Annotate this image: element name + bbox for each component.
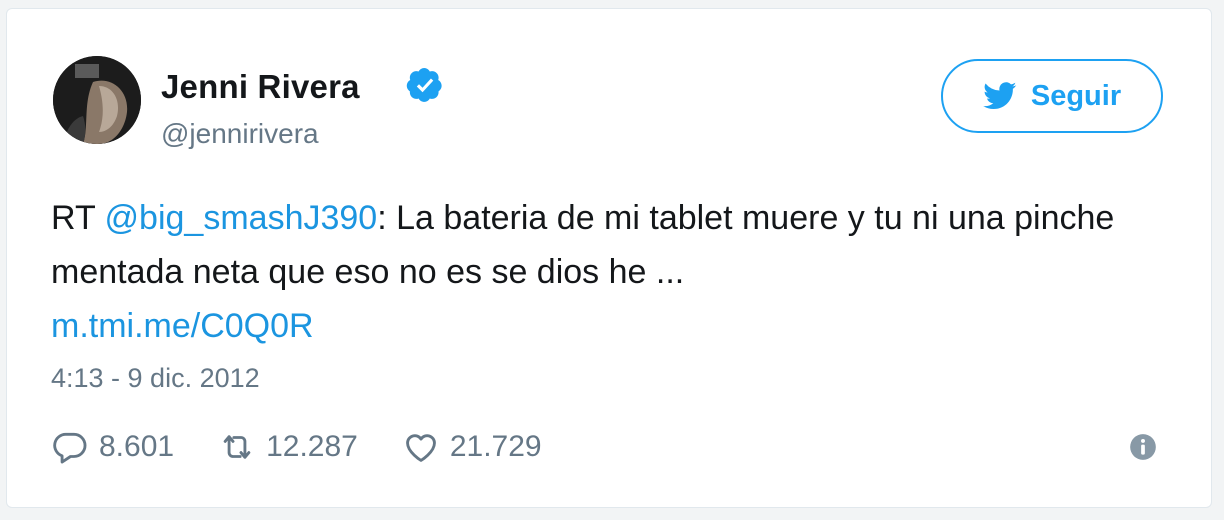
reply-button[interactable]: 8.601 [51,428,174,466]
retweet-icon [223,435,251,459]
reply-icon [53,432,87,464]
tweet-text: RT @big_smashJ390: La bateria de mi tabl… [51,191,1171,353]
tweet-timestamp[interactable]: 4:13 - 9 dic. 2012 [51,363,260,394]
heart-icon [405,434,436,462]
follow-button[interactable]: Seguir [941,59,1163,133]
display-name[interactable]: Jenni Rivera [161,68,360,106]
follow-button-label: Seguir [1030,79,1122,112]
reply-count: 8.601 [99,430,175,463]
retweet-count: 12.287 [266,430,358,463]
twitter-bird-icon [983,82,1017,110]
avatar[interactable] [53,56,141,144]
action-bar: 8.601 12.287 21.729 [51,423,586,471]
retweet-button[interactable]: 12.287 [218,428,358,466]
like-count: 21.729 [449,430,542,463]
like-button[interactable]: 21.729 [402,428,542,466]
avatar-image [53,56,141,144]
retweet-prefix: RT [51,199,105,237]
verified-badge-icon [406,67,442,102]
tweet-card: Jenni Rivera @jennirivera Seguir RT @big… [6,8,1212,508]
tweet-link[interactable]: m.tmi.me/C0Q0R [51,299,1171,353]
mention-link[interactable]: @big_smashJ390 [105,199,378,237]
info-icon[interactable] [1129,433,1157,461]
user-handle[interactable]: @jennirivera [161,118,319,150]
